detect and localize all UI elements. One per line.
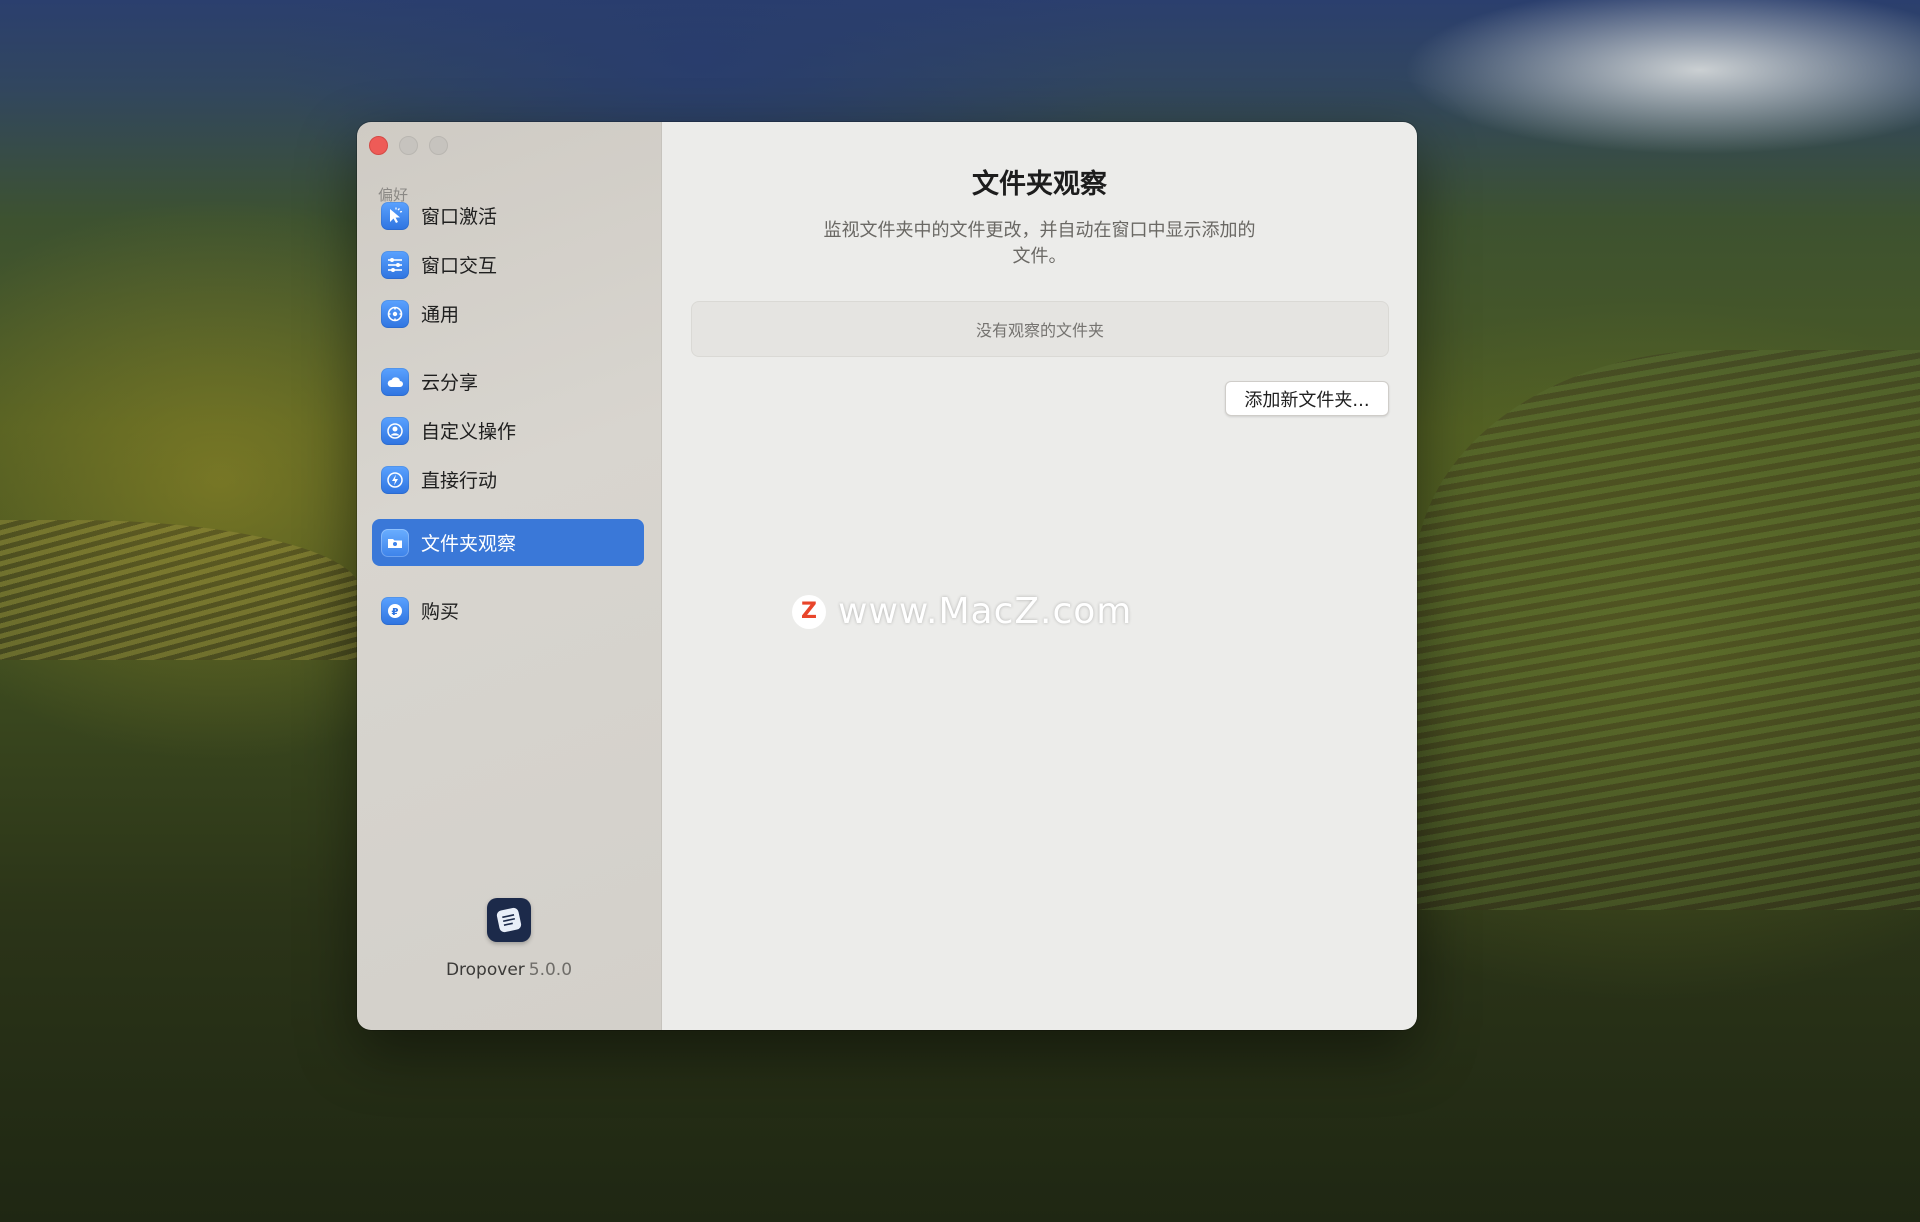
sidebar-item-label: 窗口交互 [421,255,498,277]
svg-text:₽: ₽ [392,607,399,618]
app-name: Dropover [445,960,525,980]
coin-icon: ₽ [381,596,409,625]
app-version-info: Dropover 5.0.0 [357,960,661,980]
app-version: 5.0.0 [528,960,573,980]
close-button[interactable] [369,136,388,155]
wallpaper-vineyard [1415,350,1920,910]
watermark-logo-icon: Z [792,594,826,629]
sidebar-item-label: 自定义操作 [421,421,517,443]
sidebar-item-purchase[interactable]: ₽ 购买 [372,587,644,634]
wallpaper-vineyard-left [0,520,360,660]
page-title: 文件夹观察 [972,169,1107,200]
cursor-pointer-icon [381,201,409,230]
person-icon [381,416,409,445]
sidebar-item-direct-actions[interactable]: 直接行动 [372,456,644,503]
main-content: 文件夹观察 监视文件夹中的文件更改，并自动在窗口中显示添加的文件。 没有观察的文… [662,122,1417,1030]
gear-icon [381,299,409,328]
zoom-button[interactable] [429,136,448,155]
minimize-button[interactable] [399,136,418,155]
sidebar-item-custom-actions[interactable]: 自定义操作 [372,407,644,454]
sidebar: 偏好 窗口激活 窗口交互 通用 云分享 自定义操作 直接行动 文件夹观察 ₽ 购… [357,122,662,1030]
add-folder-button[interactable]: 添加新文件夹... [1225,381,1389,416]
sidebar-item-window-interaction[interactable]: 窗口交互 [372,241,644,288]
dropover-app-icon [487,898,531,942]
watched-folders-list: 没有观察的文件夹 [691,301,1389,357]
lightning-icon [381,465,409,494]
sidebar-item-label: 窗口激活 [421,206,498,228]
sidebar-item-label: 通用 [421,304,460,326]
empty-state-text: 没有观察的文件夹 [975,321,1104,340]
sidebar-item-folder-observation[interactable]: 文件夹观察 [372,519,644,566]
sidebar-item-cloud-share[interactable]: 云分享 [372,358,644,405]
sidebar-item-label: 文件夹观察 [421,533,517,555]
sidebar-item-general[interactable]: 通用 [372,290,644,337]
sliders-icon [381,250,409,279]
sidebar-item-label: 购买 [421,601,460,623]
sidebar-item-window-activation[interactable]: 窗口激活 [372,192,644,239]
watermark-text: www.MacZ.com [838,591,1133,632]
sidebar-item-label: 直接行动 [421,470,498,492]
sidebar-item-label: 云分享 [421,372,479,394]
cloud-icon [381,367,409,396]
preferences-window: 偏好 窗口激活 窗口交互 通用 云分享 自定义操作 直接行动 文件夹观察 ₽ 购… [357,122,1417,1030]
folder-eye-icon [381,528,409,557]
page-description: 监视文件夹中的文件更改，并自动在窗口中显示添加的文件。 [823,220,1256,267]
watermark: Z www.MacZ.com [792,591,1132,632]
